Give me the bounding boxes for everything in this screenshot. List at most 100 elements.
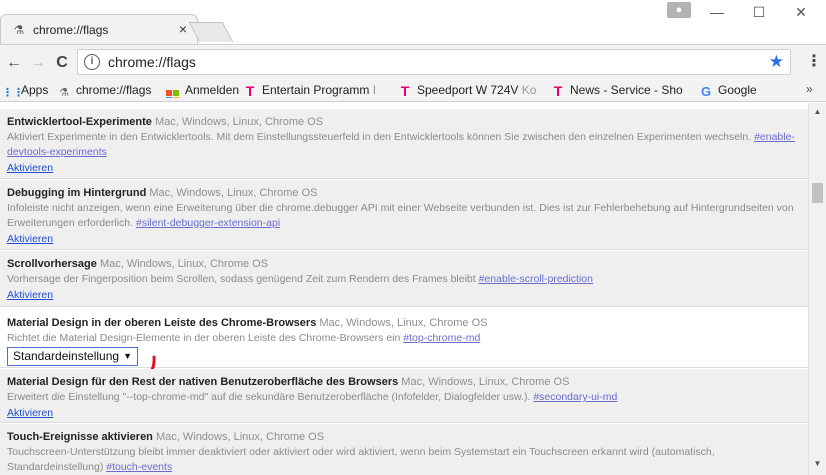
flag-description: Vorhersage der Fingerposition beim Scrol… — [7, 272, 801, 287]
flag-platforms: Mac, Windows, Linux, Chrome OS — [319, 317, 488, 329]
telekom-t-icon: T — [245, 83, 255, 98]
url-scheme: chrome:// — [108, 54, 167, 70]
flag-entry: Entwicklertool-Experimente Mac, Windows,… — [0, 109, 808, 179]
maximize-button[interactable]: ☐ — [744, 4, 774, 20]
scroll-thumb[interactable] — [812, 183, 823, 203]
flag-entry: Touch-Ereignisse aktivieren Mac, Windows… — [0, 424, 808, 475]
flag-name: Material Design in der oberen Leiste des… — [7, 317, 317, 329]
flag-name: Debugging im Hintergrund — [7, 187, 147, 199]
flag-title-line: Material Design für den Rest der nativen… — [7, 375, 801, 390]
flag-description: Erweitert die Einstellung "--top-chrome-… — [7, 390, 801, 405]
bookmark-label-fade: Ko — [521, 83, 537, 97]
flag-name: Material Design für den Rest der nativen… — [7, 376, 399, 388]
page-scrollbar[interactable]: ▲ ▼ — [808, 103, 826, 475]
flag-title-line: Scrollvorhersage Mac, Windows, Linux, Ch… — [7, 257, 801, 272]
flask-icon: ⚗ — [13, 23, 25, 37]
flag-title-line: Debugging im Hintergrund Mac, Windows, L… — [7, 186, 801, 201]
scroll-up-arrow-icon[interactable]: ▲ — [809, 107, 826, 119]
tab-title: chrome://flags — [33, 23, 109, 37]
flag-title-line: Entwicklertool-Experimente Mac, Windows,… — [7, 115, 801, 130]
minimize-button[interactable]: — — [702, 4, 732, 20]
flag-description-text: Erweitert die Einstellung "--top-chrome-… — [7, 391, 534, 403]
dropdown-caret-icon: ▼ — [123, 351, 132, 361]
flag-description: Touchscreen-Unterstützung bleibt immer d… — [7, 445, 801, 475]
flag-platforms: Mac, Windows, Linux, Chrome OS — [155, 431, 325, 443]
flag-anchor-link[interactable]: #enable- — [754, 131, 795, 143]
enable-link[interactable]: Aktivieren — [7, 160, 801, 176]
bookmark-label: Google — [718, 83, 757, 97]
flag-platforms: Mac, Windows, Linux, Chrome OS — [149, 187, 318, 199]
flag-description-text: Erweiterungen erforderlich. — [7, 217, 136, 229]
flag-entry: Material Design für den Rest der nativen… — [0, 369, 808, 423]
flag-anchor-link[interactable]: #enable-scroll-prediction — [479, 273, 593, 285]
flags-list: Entwicklertool-Experimente Mac, Windows,… — [0, 103, 808, 475]
flag-anchor-link[interactable]: #top-chrome-md — [403, 332, 480, 344]
bookmark-label: News - Service - Shop — [570, 83, 683, 97]
flag-description-text: Standardeinstellung) — [7, 461, 107, 473]
google-g-icon: G — [700, 84, 712, 99]
select-value: Standardeinstellung — [13, 349, 120, 363]
telekom-t-icon: T — [553, 83, 563, 98]
bookmark-google[interactable]: G Google — [699, 82, 757, 98]
bookmark-label: chrome://flags — [76, 83, 152, 97]
flag-description-text: Touchscreen-Unterstützung bleibt immer d… — [7, 446, 715, 458]
flag-entry: Scrollvorhersage Mac, Windows, Linux, Ch… — [0, 251, 808, 307]
bookmark-label: Entertain Programm — [262, 83, 370, 97]
forward-button[interactable]: → — [28, 53, 48, 73]
bookmark-label-fade: I — [372, 83, 377, 97]
tab-chrome-flags[interactable]: ⚗ chrome://flags × — [0, 14, 198, 44]
flag-description-text: Aktiviert Experimente in den Entwicklert… — [7, 131, 755, 143]
bookmark-news-service-shop[interactable]: T News - Service - Shop — [551, 82, 683, 98]
url-text[interactable]: chrome://flags — [108, 54, 196, 70]
flag-anchor-link[interactable]: #secondary-ui-md — [533, 391, 617, 403]
star-icon[interactable]: ★ — [769, 52, 784, 72]
flask-icon: ⚗ — [59, 87, 69, 98]
enable-link[interactable]: Aktivieren — [7, 231, 801, 247]
bookmark-speedport[interactable]: T Speedport W 724V Ko — [398, 82, 545, 98]
bookmark-entertain[interactable]: T Entertain Programm I — [243, 82, 388, 98]
enable-link[interactable]: Aktivieren — [7, 405, 801, 421]
bookmark-label: Speedport W 724V — [417, 83, 519, 97]
flag-platforms: Mac, Windows, Linux, Chrome OS — [99, 258, 269, 270]
bookmark-apps[interactable]: ⋮⋮Apps — [2, 82, 48, 98]
flag-platforms: Mac, Windows, Linux, Chrome OS — [154, 116, 324, 128]
flag-anchor-link[interactable]: devtools-experiments — [7, 146, 107, 158]
address-bar[interactable]: i chrome://flags ★ — [77, 49, 791, 75]
bookmarks-overflow-icon[interactable]: » — [806, 82, 813, 96]
chrome-menu-icon[interactable]: ⋮ — [806, 52, 822, 72]
info-icon[interactable]: i — [84, 54, 100, 70]
flag-name: Touch-Ereignisse aktivieren — [7, 431, 153, 443]
close-window-button[interactable]: ✕ — [786, 4, 816, 20]
flag-title-line: Touch-Ereignisse aktivieren Mac, Windows… — [7, 430, 801, 445]
flag-entry: Debugging im Hintergrund Mac, Windows, L… — [0, 180, 808, 250]
microsoft-logo-icon — [166, 90, 180, 98]
flag-anchor-link[interactable]: #silent-debugger-extension-api — [136, 217, 280, 229]
title-bar: ⚗ chrome://flags × ● — ☐ ✕ — [0, 0, 826, 44]
scroll-down-arrow-icon[interactable]: ▼ — [809, 459, 826, 471]
person-icon[interactable]: ● — [667, 2, 691, 18]
bookmark-label: Anmelden — [185, 83, 240, 97]
url-host: flags — [166, 54, 196, 70]
flag-description: Infoleiste nicht anzeigen, wenn eine Erw… — [7, 201, 801, 231]
browser-toolbar: ← → C i chrome://flags ★ ⋮ — [0, 44, 826, 78]
flag-entry-active: Material Design in der oberen Leiste des… — [0, 308, 808, 368]
enable-link[interactable]: Aktivieren — [7, 287, 801, 303]
flag-description-text: Richtet die Material Design-Elemente in … — [7, 332, 404, 344]
flag-description-text: Infoleiste nicht anzeigen, wenn eine Erw… — [7, 202, 794, 214]
bookmark-label: Apps — [21, 83, 49, 97]
flag-description: Richtet die Material Design-Elemente in … — [7, 331, 801, 346]
flag-platforms: Mac, Windows, Linux, Chrome OS — [401, 376, 570, 388]
flag-name: Scrollvorhersage — [7, 258, 97, 270]
apps-grid-icon: ⋮⋮ — [2, 87, 24, 98]
bookmark-anmelden[interactable]: Anmelden — [166, 82, 239, 98]
reload-button[interactable]: C — [52, 53, 72, 73]
bookmarks-bar: ⋮⋮Apps ⚗ chrome://flags Anmelden T Enterta… — [0, 78, 826, 102]
flag-title-line: Material Design in der oberen Leiste des… — [7, 316, 801, 331]
bookmark-chrome-flags[interactable]: ⚗ chrome://flags — [57, 82, 151, 98]
flag-state-select[interactable]: Standardeinstellung ▼ — [7, 347, 138, 366]
flag-description: Aktiviert Experimente in den Entwicklert… — [7, 130, 801, 160]
flag-description-text: Vorhersage der Fingerposition beim Scrol… — [7, 273, 479, 285]
flag-name: Entwicklertool-Experimente — [7, 116, 152, 128]
back-button[interactable]: ← — [4, 53, 24, 73]
flag-anchor-link[interactable]: #touch-events — [106, 461, 172, 473]
